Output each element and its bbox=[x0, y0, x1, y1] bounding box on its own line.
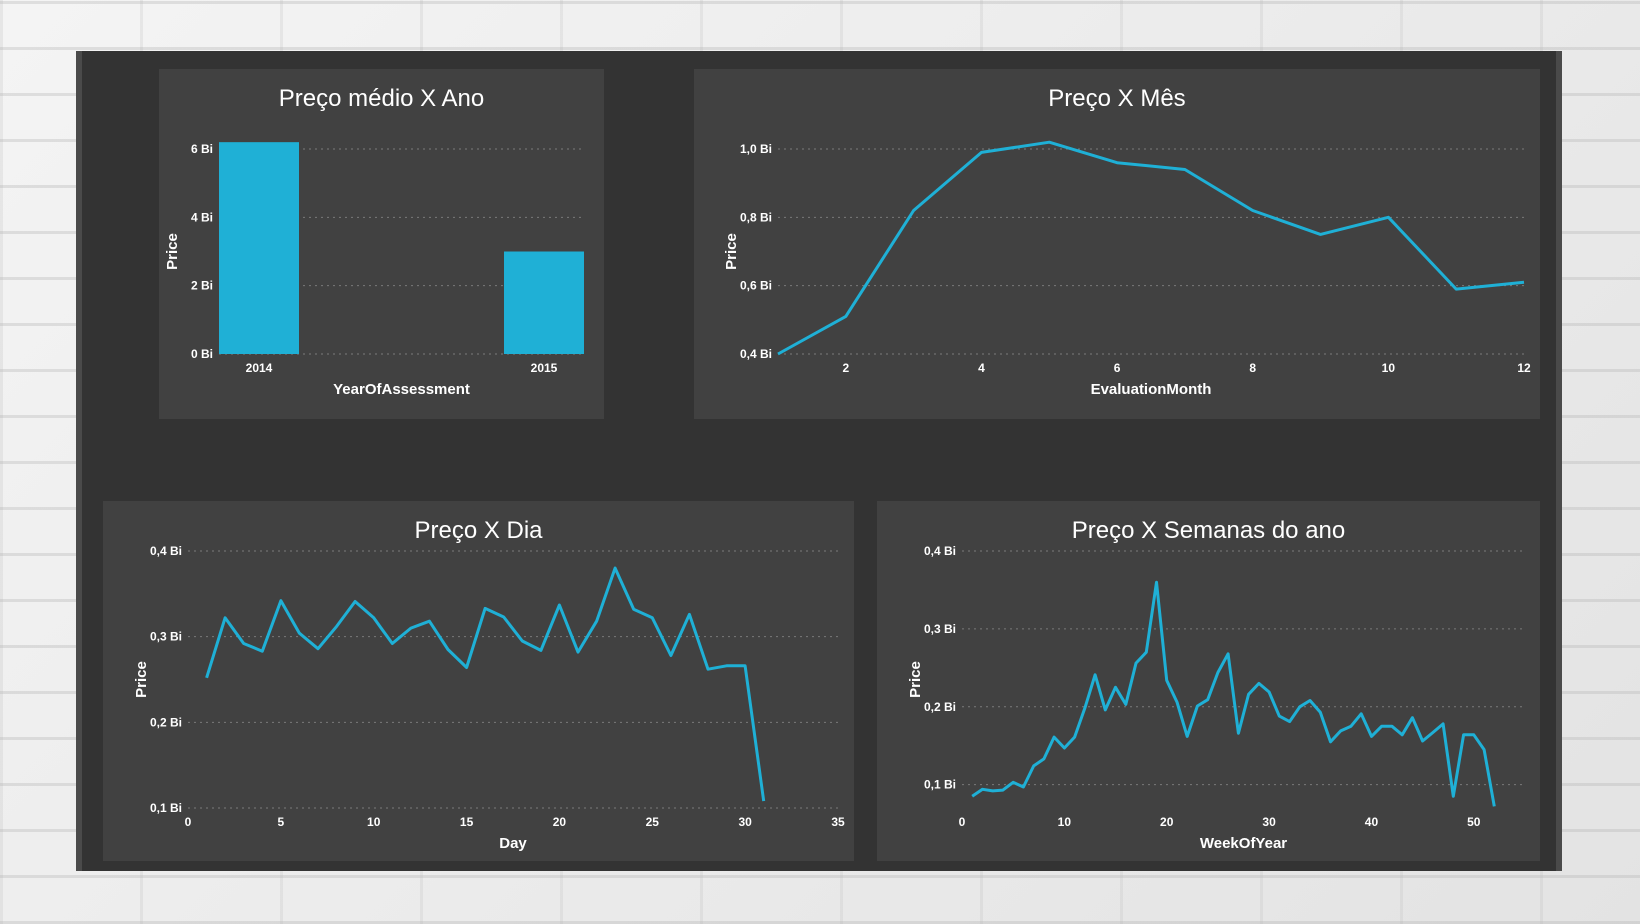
y-axis-label: Price bbox=[907, 661, 924, 698]
x-tick-label: 50 bbox=[1467, 815, 1481, 829]
x-tick-label: 35 bbox=[831, 815, 845, 829]
x-axis-label: WeekOfYear bbox=[1200, 835, 1287, 852]
x-tick-label: 10 bbox=[1058, 815, 1072, 829]
chart-panel-avg-price-by-year[interactable]: Preço médio X Ano 0 Bi 2 Bi 4 Bi 6 Bi YearOf… bbox=[159, 69, 604, 419]
chart-panel-price-by-month[interactable]: Preço X Mês 0,4 Bi 0,6 Bi 0,8 Bi 1,0 Bi Eval… bbox=[694, 69, 1540, 419]
y-tick-label: 0,4 Bi bbox=[924, 544, 956, 558]
y-tick-label: 6 Bi bbox=[191, 142, 213, 156]
x-tick-label: 12 bbox=[1517, 361, 1531, 375]
y-tick-label: 0,2 Bi bbox=[924, 700, 956, 714]
line-chart-svg: 0,1 Bi 0,2 Bi 0,3 Bi 0,4 Bi WeekOfYear Price 0… bbox=[907, 544, 1525, 852]
y-tick-label: 0,3 Bi bbox=[150, 630, 182, 644]
y-tick-label: 1,0 Bi bbox=[740, 142, 772, 156]
y-axis-label: Price bbox=[723, 233, 740, 270]
x-tick-label: 8 bbox=[1249, 361, 1256, 375]
x-axis-label: EvaluationMonth bbox=[1091, 381, 1212, 398]
x-tick-label: 25 bbox=[646, 815, 660, 829]
y-tick-label: 0,4 Bi bbox=[740, 347, 772, 361]
y-axis-label: Price bbox=[133, 661, 150, 698]
x-tick-label: 20 bbox=[1160, 815, 1174, 829]
x-tick-label: 30 bbox=[738, 815, 752, 829]
x-axis-label: Day bbox=[499, 835, 527, 852]
x-tick-label: 0 bbox=[959, 815, 966, 829]
x-tick-label: 0 bbox=[185, 815, 192, 829]
series-line-price bbox=[777, 140, 1525, 356]
series-line-price bbox=[971, 580, 1496, 807]
series-line-price bbox=[205, 566, 766, 802]
x-tick-label: 15 bbox=[460, 815, 474, 829]
bar-2015 bbox=[504, 251, 584, 354]
x-axis-label: YearOfAssessment bbox=[333, 381, 470, 398]
chart-panel-price-by-day[interactable]: Preço X Dia 0,1 Bi 0,2 Bi 0,3 Bi 0,4 Bi Day P… bbox=[103, 501, 854, 861]
x-tick-label: 5 bbox=[278, 815, 285, 829]
bar-chart-svg: 0 Bi 2 Bi 4 Bi 6 Bi YearOfAssessment Price 201… bbox=[164, 142, 584, 398]
y-tick-label: 4 Bi bbox=[191, 210, 213, 224]
y-tick-label: 2 Bi bbox=[191, 279, 213, 293]
y-tick-label: 0,1 Bi bbox=[150, 801, 182, 815]
x-tick-label: 4 bbox=[978, 361, 985, 375]
chart-panel-price-by-week[interactable]: Preço X Semanas do ano 0,1 Bi 0,2 Bi 0,3 B… bbox=[877, 501, 1540, 861]
x-tick-label: 2015 bbox=[531, 361, 558, 375]
x-tick-label: 10 bbox=[367, 815, 381, 829]
y-tick-label: 0,2 Bi bbox=[150, 715, 182, 729]
bar-2014 bbox=[219, 142, 299, 354]
x-tick-label: 20 bbox=[553, 815, 567, 829]
y-axis-label: Price bbox=[164, 233, 181, 270]
x-tick-label: 2014 bbox=[246, 361, 273, 375]
y-tick-label: 0,6 Bi bbox=[740, 279, 772, 293]
y-tick-label: 0,4 Bi bbox=[150, 544, 182, 558]
x-tick-label: 40 bbox=[1365, 815, 1379, 829]
line-chart-svg: 0,4 Bi 0,6 Bi 0,8 Bi 1,0 Bi EvaluationMonth P… bbox=[723, 140, 1531, 398]
y-tick-label: 0 Bi bbox=[191, 347, 213, 361]
x-tick-label: 6 bbox=[1114, 361, 1121, 375]
x-tick-label: 10 bbox=[1382, 361, 1396, 375]
y-tick-label: 0,1 Bi bbox=[924, 778, 956, 792]
x-tick-label: 30 bbox=[1262, 815, 1276, 829]
y-tick-label: 0,8 Bi bbox=[740, 210, 772, 224]
line-chart-svg: 0,1 Bi 0,2 Bi 0,3 Bi 0,4 Bi Day Price 0 5 10 15 20… bbox=[133, 544, 845, 852]
y-tick-label: 0,3 Bi bbox=[924, 622, 956, 636]
x-tick-label: 2 bbox=[842, 361, 849, 375]
